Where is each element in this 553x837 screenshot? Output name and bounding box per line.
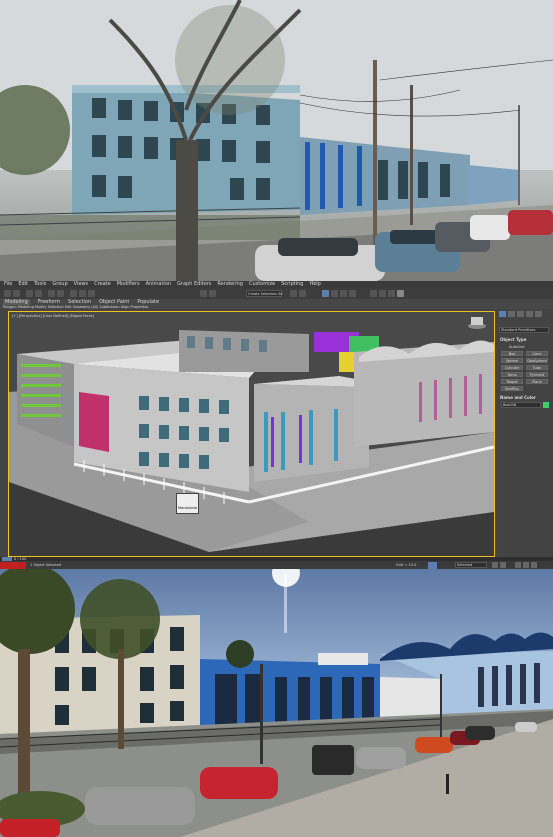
menu-tools[interactable]: Tools xyxy=(34,281,46,287)
hierarchy-tab-icon[interactable] xyxy=(517,311,524,317)
primitive-type-dropdown[interactable]: Standard Primitives xyxy=(501,327,535,333)
street-photo xyxy=(0,0,553,281)
redo-icon[interactable] xyxy=(13,290,20,297)
selection-status: 1 Object Selected xyxy=(30,563,62,567)
schematic-icon[interactable] xyxy=(340,290,347,297)
undo-icon[interactable] xyxy=(4,290,11,297)
menu-views[interactable]: Views xyxy=(74,281,88,287)
scale-icon[interactable] xyxy=(88,290,95,297)
select-by-name-icon[interactable] xyxy=(57,290,64,297)
menu-file[interactable]: File xyxy=(4,281,12,287)
zoom-icon[interactable] xyxy=(515,562,521,568)
object-color-swatch[interactable] xyxy=(543,402,549,408)
tree-trunk xyxy=(176,140,198,281)
cylinder-button[interactable]: Cylinder xyxy=(501,365,523,370)
modify-tab-icon[interactable] xyxy=(508,311,515,317)
final-render-drawing xyxy=(0,569,553,837)
menu-graph-editors[interactable]: Graph Editors xyxy=(177,281,211,287)
status-bar: 0 / 100 1 Object Selected Grid = 10.0 Se… xyxy=(0,557,553,569)
menu-create[interactable]: Create xyxy=(94,281,111,287)
maxscript-listener[interactable] xyxy=(0,562,26,569)
modeling-app-window: File Edit Tools Group Views Create Modif… xyxy=(0,281,553,569)
mirror-icon[interactable] xyxy=(290,290,297,297)
motion-tab-icon[interactable] xyxy=(526,311,533,317)
viewcube-icon xyxy=(468,317,486,329)
angle-snap-icon[interactable] xyxy=(209,290,216,297)
play-icon[interactable] xyxy=(492,562,498,568)
plane-button[interactable]: Plane xyxy=(526,379,548,384)
display-tab-icon[interactable] xyxy=(535,311,542,317)
menu-rendering[interactable]: Rendering xyxy=(217,281,243,287)
cone-button[interactable]: Cone xyxy=(526,351,548,356)
grid-status: Grid = 10.0 xyxy=(396,563,417,567)
menu-edit[interactable]: Edit xyxy=(18,281,28,287)
render-icon[interactable] xyxy=(388,290,395,297)
layer-explorer-icon[interactable] xyxy=(322,290,329,297)
object-name-field[interactable]: Box036 xyxy=(503,402,516,408)
geosphere-button[interactable]: GeoSphere xyxy=(526,358,548,363)
menu-help[interactable]: Help xyxy=(309,281,320,287)
unlink-icon[interactable] xyxy=(35,290,42,297)
orbit-icon[interactable] xyxy=(531,562,537,568)
ribbon-groups: Polygon Modeling Modify Selection Edit G… xyxy=(3,305,149,309)
align-icon[interactable] xyxy=(299,290,306,297)
material-editor-icon[interactable] xyxy=(349,290,356,297)
key-filter-dropdown[interactable]: Selected xyxy=(457,562,472,568)
menu-group[interactable]: Group xyxy=(52,281,67,287)
selection-set-dropdown[interactable]: Create Selection Se xyxy=(248,291,282,297)
pyramid-button[interactable]: Pyramid xyxy=(526,372,548,377)
next-frame-icon[interactable] xyxy=(500,562,506,568)
menu-modifiers[interactable]: Modifiers xyxy=(117,281,140,287)
curve-editor-icon[interactable] xyxy=(331,290,338,297)
pedestrian xyxy=(446,774,449,794)
sphere-button[interactable]: Sphere xyxy=(501,358,523,363)
pan-icon[interactable] xyxy=(523,562,529,568)
textplus-button[interactable]: TextPlus xyxy=(501,386,523,391)
snap-icon[interactable] xyxy=(200,290,207,297)
rendered-frame-icon[interactable] xyxy=(379,290,386,297)
menu-bar: File Edit Tools Group Views Create Modif… xyxy=(0,281,553,288)
object-label-tag: Macedonia xyxy=(178,506,197,510)
rotate-icon[interactable] xyxy=(79,290,86,297)
select-icon[interactable] xyxy=(48,290,55,297)
object-type-header[interactable]: Object Type xyxy=(500,337,526,343)
link-icon[interactable] xyxy=(26,290,33,297)
torus-button[interactable]: Torus xyxy=(501,372,523,377)
menu-scripting[interactable]: Scripting xyxy=(281,281,303,287)
add-time-tag-icon[interactable] xyxy=(428,562,437,569)
menu-customize[interactable]: Customize xyxy=(249,281,275,287)
menu-animation[interactable]: Animation xyxy=(146,281,172,287)
street-photo-drawing xyxy=(0,0,553,281)
perspective-viewport[interactable]: [+] [Perspective] [User Defined] [Edged … xyxy=(8,311,495,557)
create-tab-icon[interactable] xyxy=(499,311,506,317)
timeline-track[interactable] xyxy=(0,557,553,561)
teapot-render-icon[interactable] xyxy=(397,290,404,297)
time-slider[interactable] xyxy=(2,557,12,561)
final-render-image xyxy=(0,569,553,837)
render-setup-icon[interactable] xyxy=(370,290,377,297)
teapot-button[interactable]: Teapot xyxy=(501,379,523,384)
tube-button[interactable]: Tube xyxy=(526,365,548,370)
autogrid-checkbox[interactable]: AutoGrid xyxy=(509,344,524,350)
command-panel: Standard Primitives Object Type AutoGrid… xyxy=(497,309,553,557)
ribbon: Modeling Freeform Selection Object Paint… xyxy=(0,299,553,309)
box-button[interactable]: Box xyxy=(501,351,523,356)
name-color-header[interactable]: Name and Color xyxy=(500,395,536,401)
move-icon[interactable] xyxy=(70,290,77,297)
viewport-scene xyxy=(9,317,494,556)
